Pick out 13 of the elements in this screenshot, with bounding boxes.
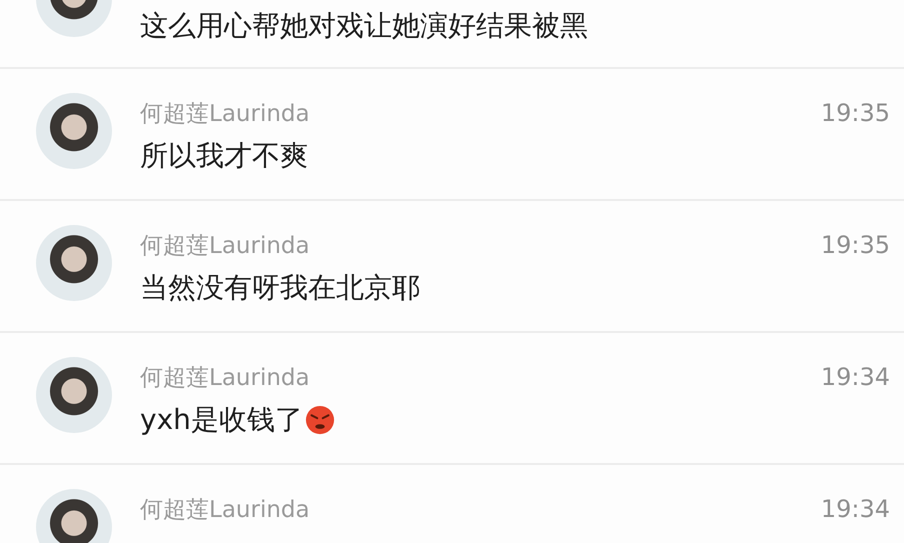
- contact-name: 何超莲Laurinda: [140, 496, 311, 525]
- contact-name: 何超莲Laurinda: [140, 100, 311, 129]
- message-time: 19:35: [820, 230, 890, 259]
- message-preview: yxh是收钱了: [140, 403, 303, 437]
- message-preview: 这么用心帮她对戏让她演好结果被黑: [140, 9, 588, 43]
- message-preview: 当然没有呀我在北京耶: [140, 271, 420, 305]
- message-preview: 所以我才不爽: [140, 139, 308, 173]
- avatar-placeholder[interactable]: [36, 489, 112, 543]
- contact-name: 何超莲Laurinda: [140, 364, 311, 393]
- contact-name: 何超莲Laurinda: [140, 232, 311, 261]
- message-time: 19:34: [820, 362, 890, 391]
- message-time: 19:34: [820, 494, 890, 523]
- message-time: 19:35: [820, 98, 890, 127]
